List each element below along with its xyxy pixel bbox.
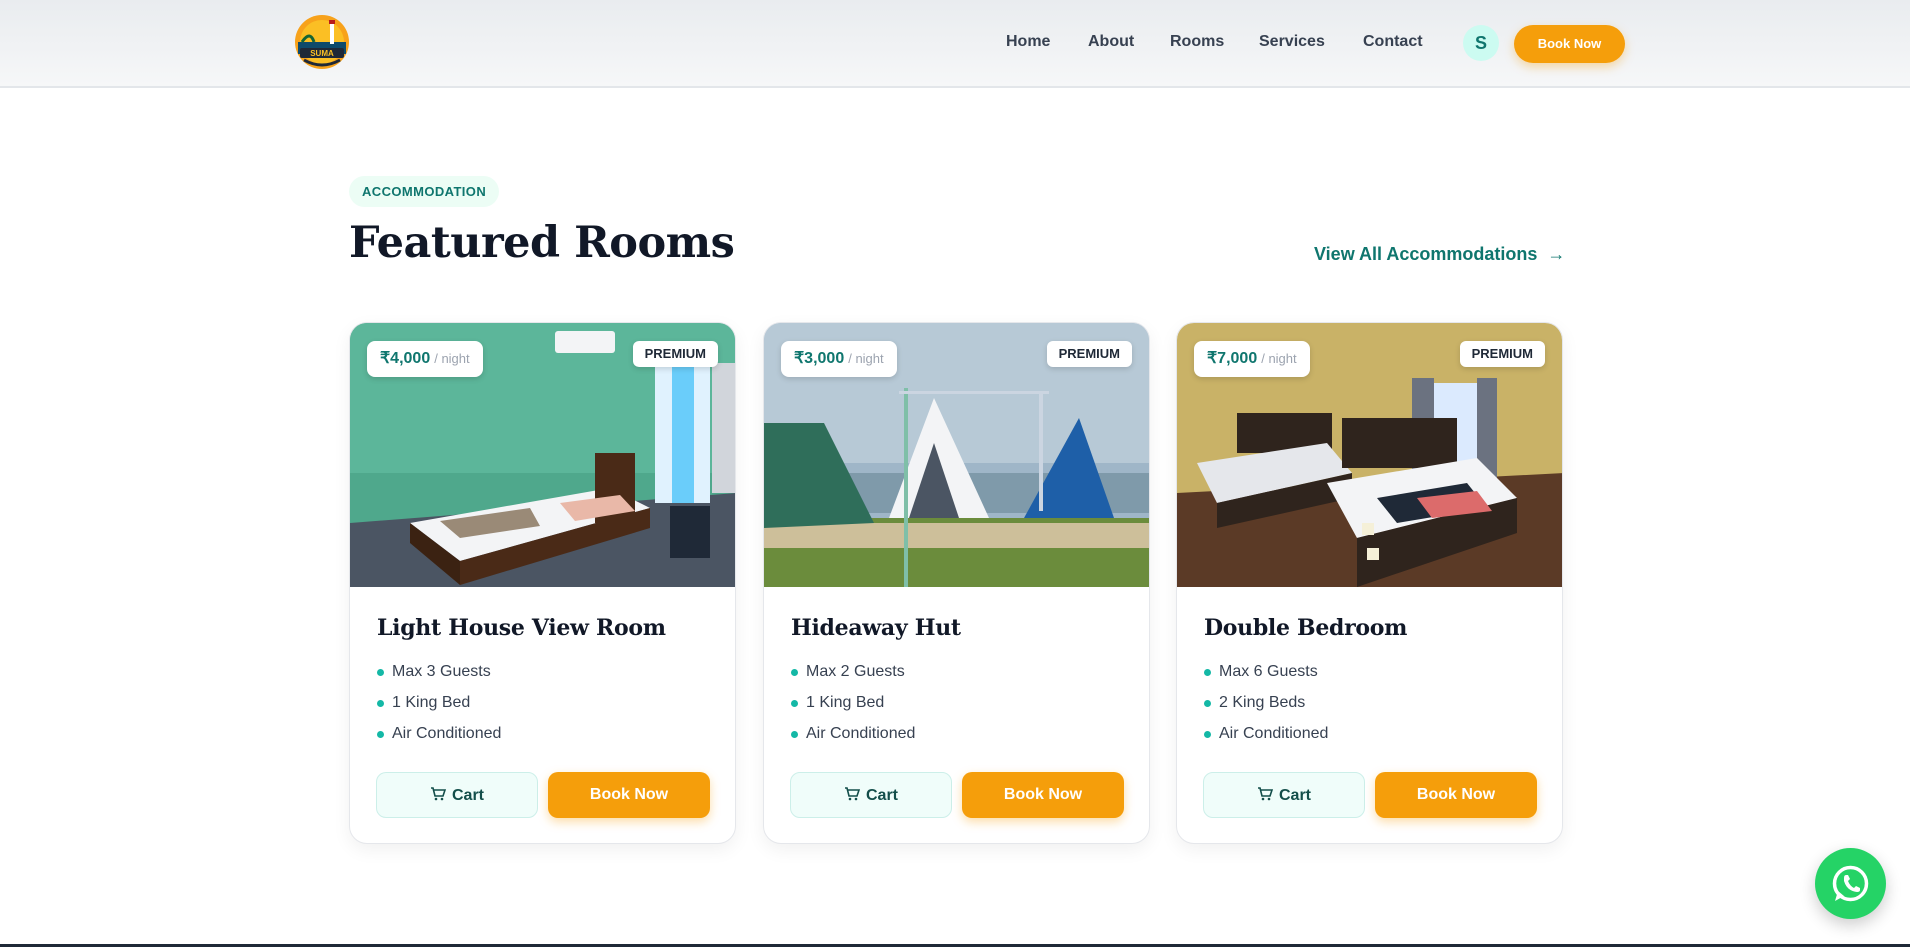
room-name: Hideaway Hut [791,615,961,641]
feature-item: Air Conditioned [1204,725,1328,756]
room-features: Max 2 Guests 1 King Bed Air Conditioned [791,663,915,756]
price-amount: ₹7,000 [1207,350,1258,367]
cart-icon [430,787,446,801]
resort-logo[interactable]: SUMA [290,12,354,74]
feature-item: Max 6 Guests [1204,663,1328,694]
book-now-button[interactable]: Book Now [962,772,1124,818]
nav-services[interactable]: Services [1259,33,1325,51]
room-name: Light House View Room [377,615,666,641]
price-unit: / night [848,351,884,366]
whatsapp-chat-button[interactable] [1815,848,1886,919]
feature-item: 1 King Bed [791,694,915,725]
feature-item: 1 King Bed [377,694,501,725]
room-card[interactable]: ₹3,000/ night PREMIUM Hideaway Hut Max 2… [763,322,1150,844]
feature-item: 2 King Beds [1204,694,1328,725]
room-features: Max 6 Guests 2 King Beds Air Conditioned [1204,663,1328,756]
nav-rooms[interactable]: Rooms [1170,33,1224,51]
cart-label: Cart [451,787,484,804]
room-name: Double Bedroom [1204,615,1408,641]
add-to-cart-button[interactable]: Cart [1203,772,1365,818]
user-avatar[interactable]: S [1463,25,1499,61]
nav-home[interactable]: Home [1006,33,1050,51]
whatsapp-icon [1832,865,1869,902]
room-card[interactable]: ₹7,000/ night PREMIUM Double Bedroom Max… [1176,322,1563,844]
section-eyebrow: ACCOMMODATION [349,176,500,207]
book-now-button[interactable]: Book Now [1375,772,1537,818]
book-now-button[interactable]: Book Now [548,772,710,818]
cart-label: Cart [1278,787,1311,804]
header-book-now-button[interactable]: Book Now [1514,25,1625,63]
price-unit: / night [1261,351,1297,366]
price-tag: ₹3,000/ night [781,341,897,377]
price-unit: / night [434,351,470,366]
premium-badge: PREMIUM [1459,341,1545,367]
cart-icon [844,787,860,801]
nav-contact[interactable]: Contact [1363,33,1423,51]
add-to-cart-button[interactable]: Cart [790,772,952,818]
feature-item: Air Conditioned [377,725,501,756]
price-amount: ₹3,000 [794,350,845,367]
price-amount: ₹4,000 [380,350,431,367]
site-header: SUMA Home About Rooms Services Contact S… [0,0,1910,88]
view-all-label: View All Accommodations [1314,244,1538,264]
cart-label: Cart [865,787,898,804]
view-all-link[interactable]: View All Accommodations → [1314,244,1565,265]
price-tag: ₹4,000/ night [367,341,483,377]
price-tag: ₹7,000/ night [1194,341,1310,377]
cart-icon [1257,787,1273,801]
premium-badge: PREMIUM [1046,341,1132,367]
premium-badge: PREMIUM [632,341,718,367]
room-features: Max 3 Guests 1 King Bed Air Conditioned [377,663,501,756]
section-title: Featured Rooms [349,218,735,268]
room-card[interactable]: ₹4,000/ night PREMIUM Light House View R… [349,322,736,844]
feature-item: Max 3 Guests [377,663,501,694]
feature-item: Air Conditioned [791,725,915,756]
feature-item: Max 2 Guests [791,663,915,694]
nav-about[interactable]: About [1088,33,1134,51]
logo-text: SUMA [310,49,334,58]
add-to-cart-button[interactable]: Cart [376,772,538,818]
arrow-right-icon: → [1547,244,1566,264]
